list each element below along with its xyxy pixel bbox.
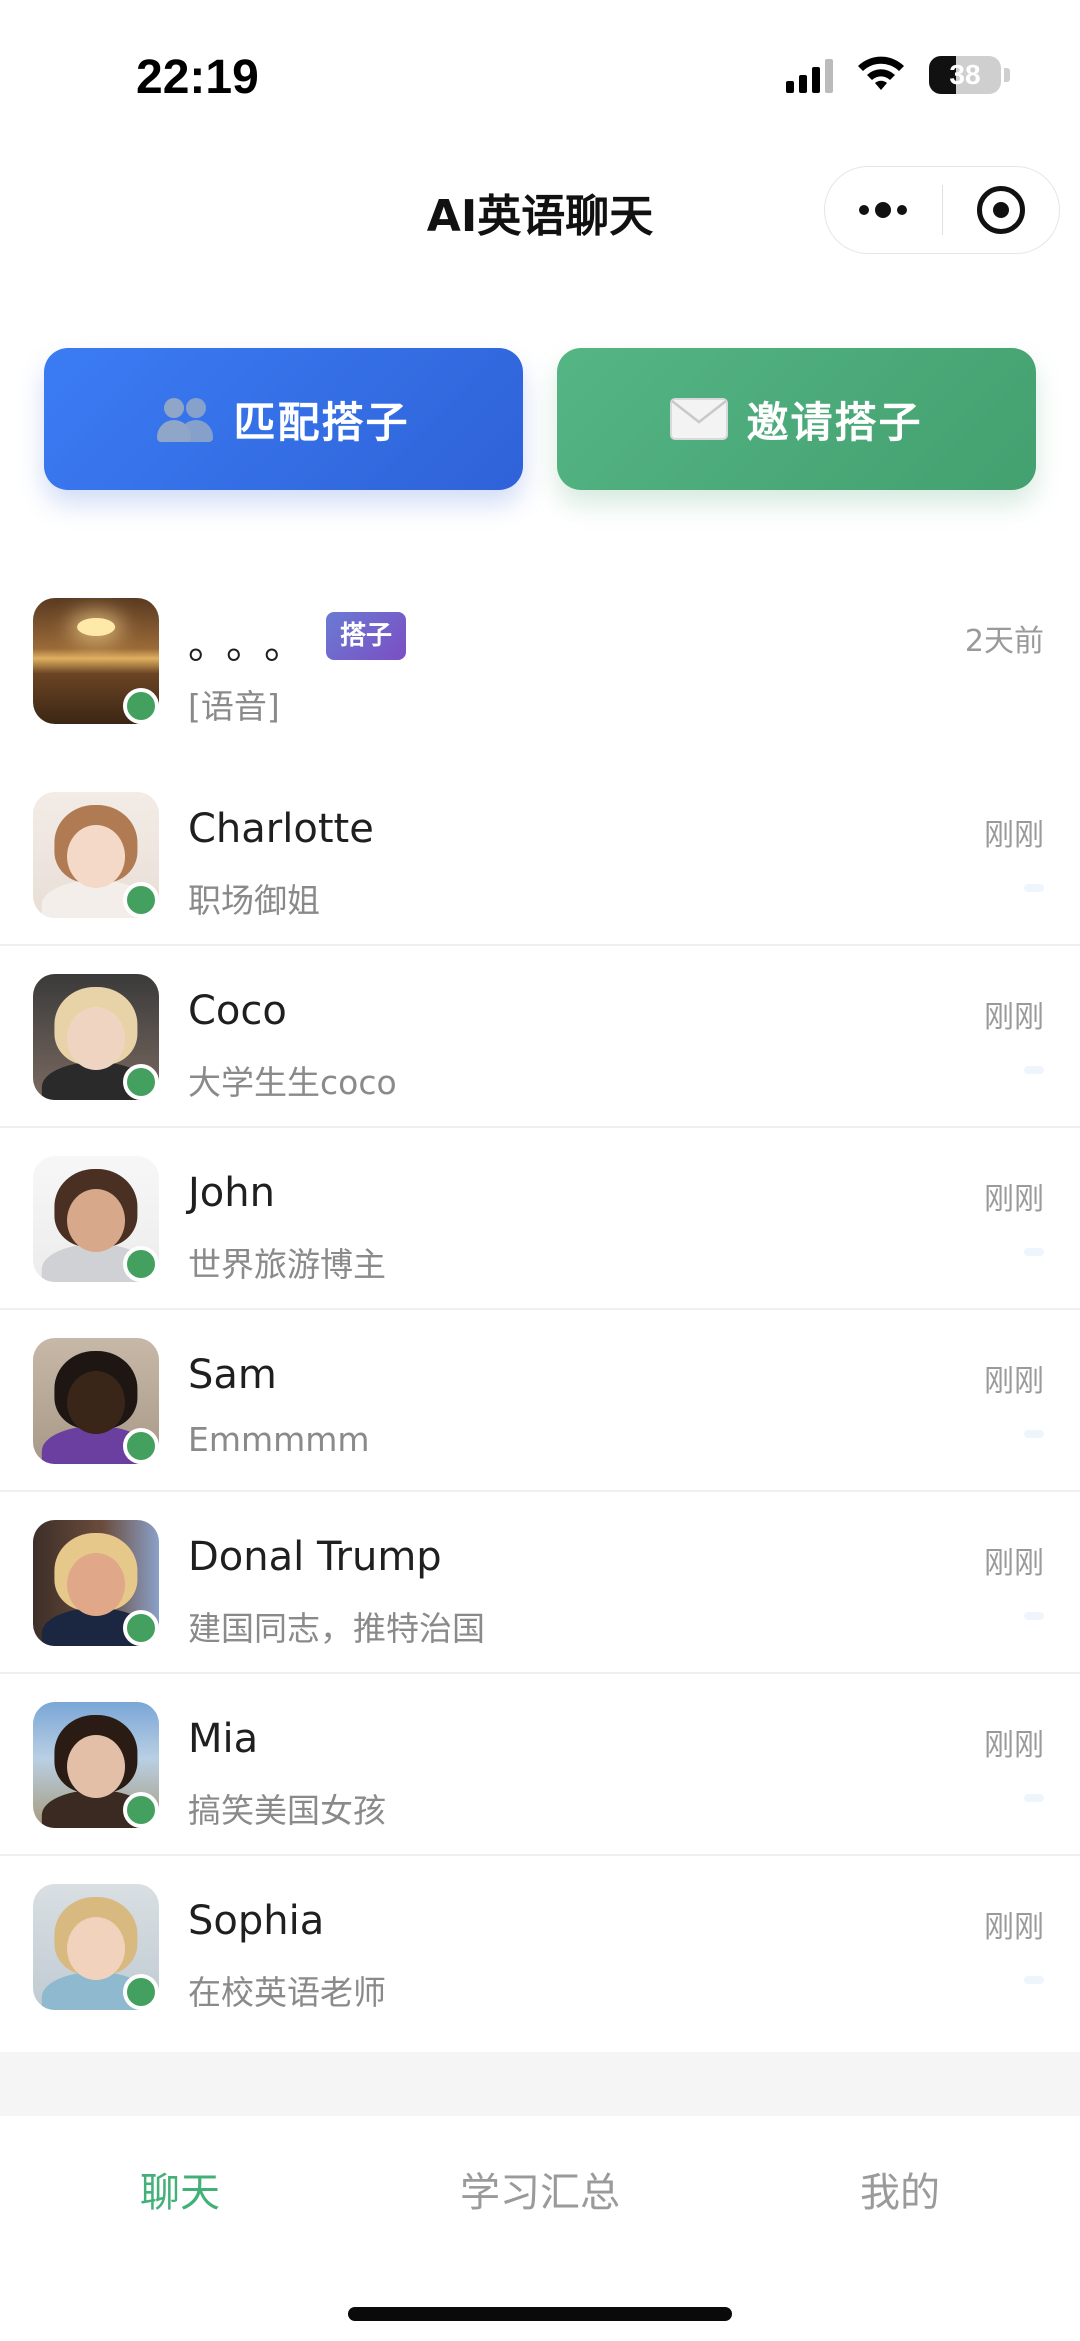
chat-name: Charlotte [188, 806, 374, 852]
home-indicator [348, 2307, 732, 2321]
chat-name: Mia [188, 1716, 259, 1762]
chat-list: 。。。 搭子 [语音] 2天前 Charlotte 职场御姐 刚刚 Coco 大… [0, 570, 1080, 2038]
chat-item[interactable]: Donal Trump 建国同志，推特治国 刚刚 [0, 1492, 1080, 1674]
chat-time: 刚刚 [984, 1546, 1044, 1581]
chat-subtitle: 搞笑美国女孩 [188, 1791, 386, 1830]
chat-name: Donal Trump [188, 1534, 442, 1580]
battery-level: 38 [949, 59, 981, 90]
status-bar: 22:19 38 [0, 0, 1080, 150]
chat-item[interactable]: Mia 搞笑美国女孩 刚刚 [0, 1674, 1080, 1856]
tab-chat[interactable]: 聊天 [0, 2160, 360, 2218]
unread-mark [1024, 1066, 1044, 1074]
chat-time: 刚刚 [984, 1182, 1044, 1217]
envelope-icon [670, 398, 729, 440]
more-icon [859, 202, 908, 218]
chat-item[interactable]: 。。。 搭子 [语音] 2天前 [0, 570, 1080, 764]
chat-subtitle: 建国同志，推特治国 [188, 1609, 485, 1648]
tab-study-summary[interactable]: 学习汇总 [360, 2160, 720, 2218]
chat-time: 刚刚 [984, 1000, 1044, 1035]
unread-mark [1024, 1794, 1044, 1802]
chat-last-message: [语音] [188, 687, 280, 726]
status-time: 22:19 [136, 51, 259, 104]
unread-mark [1024, 1248, 1044, 1256]
chat-name: Sam [188, 1352, 277, 1398]
chat-time: 刚刚 [984, 818, 1044, 853]
online-status-icon [123, 1610, 159, 1646]
avatar [33, 974, 159, 1100]
unread-mark [1024, 1612, 1044, 1620]
unread-mark [1024, 884, 1044, 892]
chat-time: 刚刚 [984, 1910, 1044, 1945]
chat-item[interactable]: Sam Emmmmm 刚刚 [0, 1310, 1080, 1492]
avatar [33, 1702, 159, 1828]
chat-time: 刚刚 [984, 1364, 1044, 1399]
mini-program-capsule [824, 166, 1060, 254]
chat-subtitle: 职场御姐 [188, 881, 320, 920]
signal-icon [786, 57, 833, 93]
chat-subtitle: 世界旅游博主 [188, 1245, 386, 1284]
chat-name: Sophia [188, 1898, 325, 1944]
chat-name: Coco [188, 988, 287, 1034]
more-button[interactable] [825, 167, 942, 253]
unread-mark [1024, 1430, 1044, 1438]
match-partner-label: 匹配搭子 [233, 397, 410, 447]
avatar [33, 1338, 159, 1464]
list-end-spacer [0, 2052, 1080, 2116]
chat-item[interactable]: John 世界旅游博主 刚刚 [0, 1128, 1080, 1310]
status-icons: 38 [786, 56, 1010, 94]
chat-subtitle: Emmmmm [188, 1420, 370, 1459]
chat-name: John [188, 1170, 275, 1216]
avatar [33, 1884, 159, 2010]
nav-bar: AI英语聊天 [0, 150, 1080, 270]
partner-tag-badge: 搭子 [326, 612, 407, 660]
chat-item[interactable]: Sophia 在校英语老师 刚刚 [0, 1856, 1080, 2038]
close-miniapp-button[interactable] [943, 167, 1060, 253]
app-screen: 22:19 38 AI英语聊天 匹配搭子 邀请搭子 。。。 搭子 [语音] 2天… [0, 0, 1080, 2341]
tab-bar: 聊天 学习汇总 我的 [0, 2116, 1080, 2341]
avatar [33, 1156, 159, 1282]
battery-icon: 38 [929, 56, 1001, 94]
tab-mine[interactable]: 我的 [720, 2160, 1080, 2218]
chat-name: 。。。 [188, 622, 322, 668]
avatar [33, 792, 159, 918]
avatar [33, 1520, 159, 1646]
unread-mark [1024, 1976, 1044, 1984]
match-partner-button[interactable]: 匹配搭子 [44, 348, 523, 490]
invite-partner-button[interactable]: 邀请搭子 [557, 348, 1036, 490]
chat-time: 2天前 [964, 624, 1044, 659]
people-icon [157, 396, 215, 442]
online-status-icon [123, 1792, 159, 1828]
target-icon [976, 186, 1025, 234]
wifi-icon [858, 56, 904, 90]
online-status-icon [123, 1428, 159, 1464]
online-status-icon [123, 882, 159, 918]
chat-item[interactable]: Charlotte 职场御姐 刚刚 [0, 764, 1080, 946]
chat-subtitle: 大学生生coco [188, 1063, 397, 1102]
chat-item[interactable]: Coco 大学生生coco 刚刚 [0, 946, 1080, 1128]
chat-time: 刚刚 [984, 1728, 1044, 1763]
online-status-icon [123, 1974, 159, 2010]
action-buttons: 匹配搭子 邀请搭子 [44, 348, 1036, 490]
online-status-icon [123, 688, 159, 724]
online-status-icon [123, 1246, 159, 1282]
invite-partner-label: 邀请搭子 [746, 397, 923, 447]
avatar [33, 598, 159, 724]
online-status-icon [123, 1064, 159, 1100]
chat-subtitle: 在校英语老师 [188, 1973, 386, 2012]
